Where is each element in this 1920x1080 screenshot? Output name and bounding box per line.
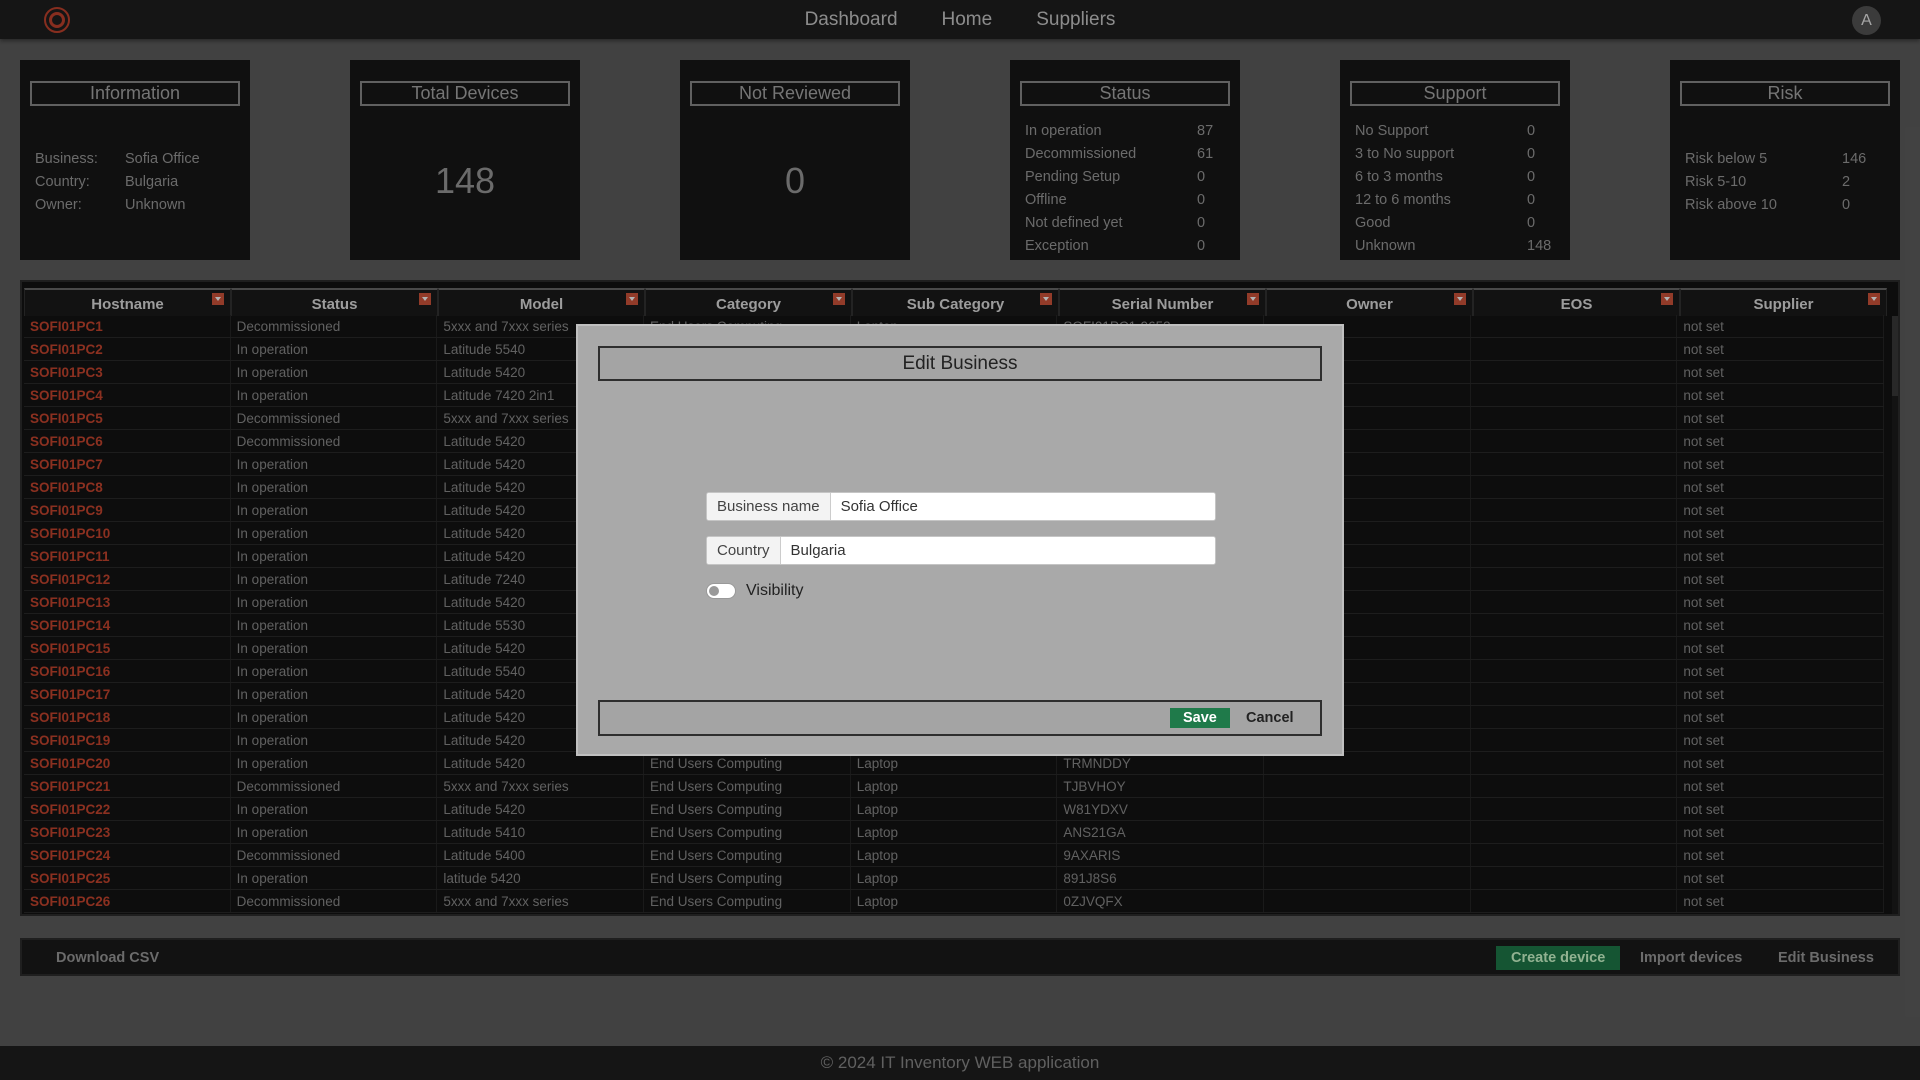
visibility-label: Visibility: [746, 582, 804, 599]
modal-footer: Save Cancel: [598, 700, 1322, 736]
country-input[interactable]: [780, 537, 1215, 564]
business-name-field: Business name: [706, 492, 1216, 521]
business-name-label: Business name: [707, 493, 831, 520]
country-label: Country: [707, 537, 781, 564]
cancel-button[interactable]: Cancel: [1236, 708, 1304, 728]
business-name-input[interactable]: [830, 493, 1215, 520]
country-field: Country: [706, 536, 1216, 565]
visibility-row: Visibility: [706, 582, 804, 600]
edit-business-modal: Edit Business Business name Country Visi…: [576, 324, 1344, 756]
visibility-toggle[interactable]: [706, 583, 736, 599]
modal-title: Edit Business: [598, 346, 1322, 381]
save-button[interactable]: Save: [1170, 708, 1230, 728]
